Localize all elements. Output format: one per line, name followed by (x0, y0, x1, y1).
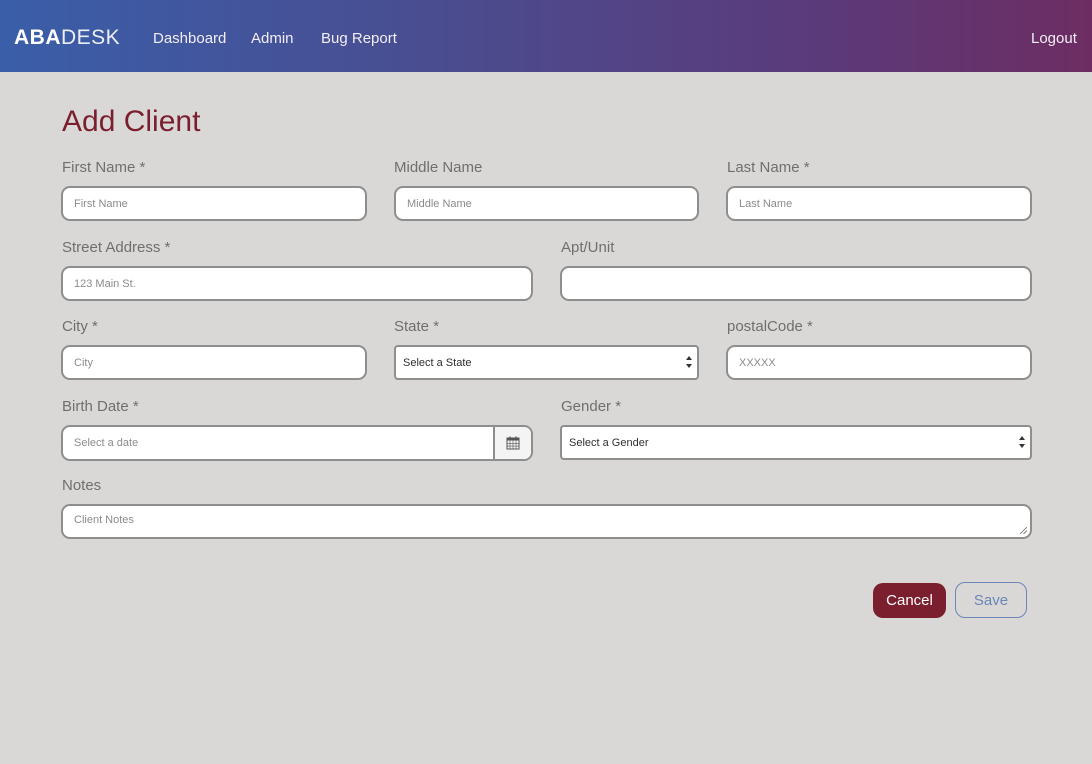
city-input[interactable]: City (61, 345, 367, 380)
calendar-icon (506, 436, 520, 450)
city-label: City * (62, 318, 98, 335)
gender-select[interactable]: Select a Gender (560, 425, 1032, 460)
select-arrows-icon (686, 356, 692, 368)
birth-date-picker: Select a date (61, 425, 533, 461)
nav-bug-report[interactable]: Bug Report (321, 30, 397, 48)
gender-label: Gender * (561, 398, 622, 415)
notes-placeholder: Client Notes (74, 514, 134, 526)
postal-code-input[interactable]: XXXXX (726, 345, 1032, 380)
apt-unit-label: Apt/Unit (561, 239, 615, 256)
state-label: State * (394, 318, 440, 335)
cancel-button[interactable]: Cancel (873, 583, 946, 618)
nav-admin[interactable]: Admin (251, 30, 294, 48)
notes-textarea[interactable]: Client Notes (61, 504, 1032, 539)
brand-logo-light: DESK (61, 26, 121, 49)
resize-grip-icon[interactable] (1020, 527, 1027, 534)
calendar-button[interactable] (493, 427, 531, 459)
middle-name-label: Middle Name (394, 159, 483, 176)
birth-date-input[interactable]: Select a date (63, 427, 495, 459)
brand-logo[interactable]: ABADESK (14, 26, 120, 50)
street-address-input[interactable]: 123 Main St. (61, 266, 533, 301)
first-name-label: First Name * (62, 159, 146, 176)
navbar: ABADESK Dashboard Admin Bug Report Logou… (0, 0, 1092, 72)
street-address-label: Street Address * (62, 239, 171, 256)
apt-unit-input[interactable] (560, 266, 1032, 301)
postal-code-label: postalCode * (727, 318, 813, 335)
select-arrows-icon (1019, 436, 1025, 448)
last-name-label: Last Name * (727, 159, 810, 176)
notes-label: Notes (62, 477, 102, 494)
gender-select-value: Select a Gender (569, 436, 649, 449)
last-name-input[interactable]: Last Name (726, 186, 1032, 221)
middle-name-input[interactable]: Middle Name (394, 186, 699, 221)
state-select-value: Select a State (403, 356, 472, 369)
nav-dashboard[interactable]: Dashboard (153, 30, 226, 48)
page-title: Add Client (62, 105, 201, 138)
first-name-input[interactable]: First Name (61, 186, 367, 221)
brand-logo-bold: ABA (14, 26, 61, 49)
logout-link[interactable]: Logout (1031, 30, 1077, 48)
save-button[interactable]: Save (955, 582, 1027, 618)
birth-date-label: Birth Date * (62, 398, 139, 415)
state-select[interactable]: Select a State (394, 345, 699, 380)
